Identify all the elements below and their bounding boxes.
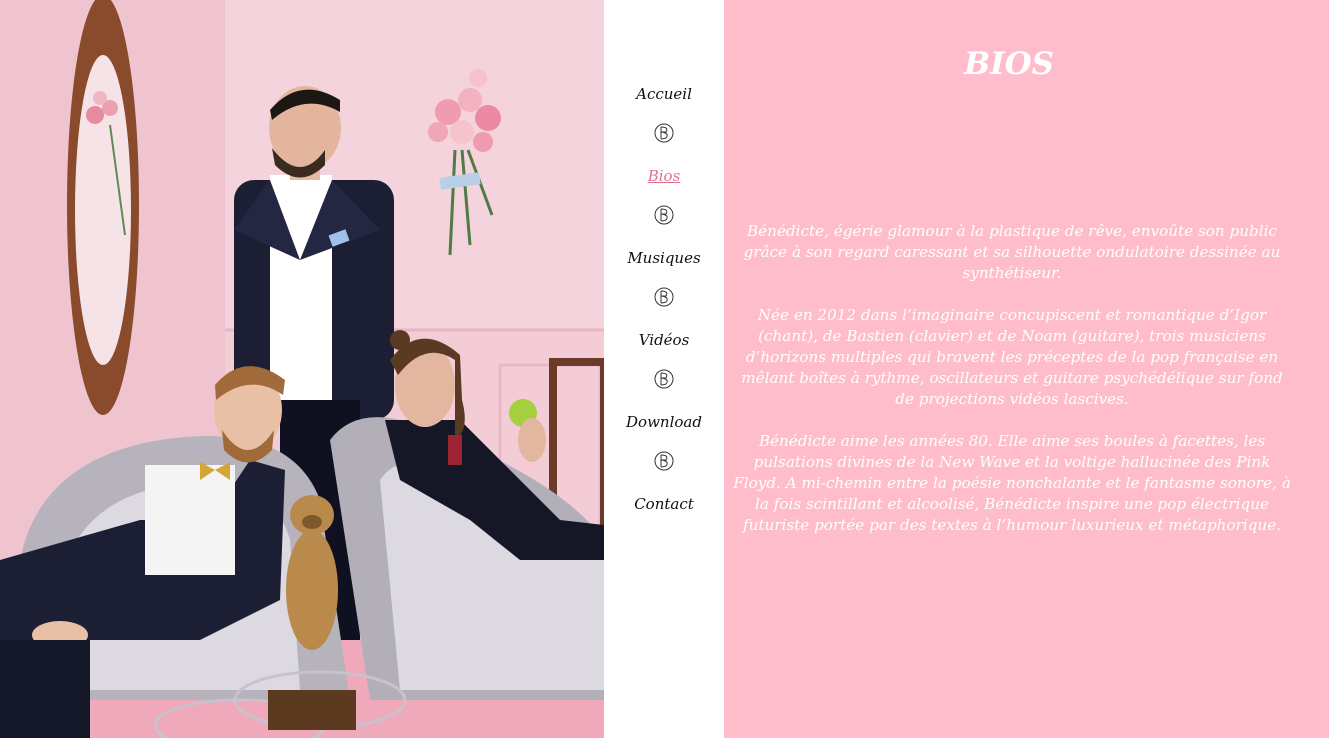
nav-item-download[interactable]: Download [604, 412, 724, 432]
b-monogram-icon [654, 123, 674, 143]
nav-item-musiques[interactable]: Musiques [604, 248, 724, 268]
page-title: BIOS [963, 46, 1055, 82]
b-monogram-icon [654, 451, 674, 471]
band-photo-illustration [0, 0, 604, 738]
bio-paragraph-2: Née en 2012 dans l’imaginaire concupisce… [741, 306, 1283, 408]
main-nav: Accueil Bios Musiques Vidéos Download Co… [604, 0, 724, 738]
nav-item-bios[interactable]: Bios [604, 166, 724, 186]
b-monogram-icon [654, 369, 674, 389]
bio-paragraph-1: Bénédicte, égérie glamour à la plastique… [743, 222, 1281, 282]
nav-item-videos[interactable]: Vidéos [604, 330, 724, 350]
b-monogram-icon [654, 287, 674, 307]
nav-item-accueil[interactable]: Accueil [604, 84, 724, 104]
b-monogram-icon [654, 205, 674, 225]
nav-item-contact[interactable]: Contact [604, 494, 724, 514]
band-photo [0, 0, 604, 738]
bios-content: BIOS Bénédicte, égérie glamour à la plas… [724, 0, 1329, 738]
bio-paragraph-3: Bénédicte aime les années 80. Elle aime … [733, 432, 1291, 534]
